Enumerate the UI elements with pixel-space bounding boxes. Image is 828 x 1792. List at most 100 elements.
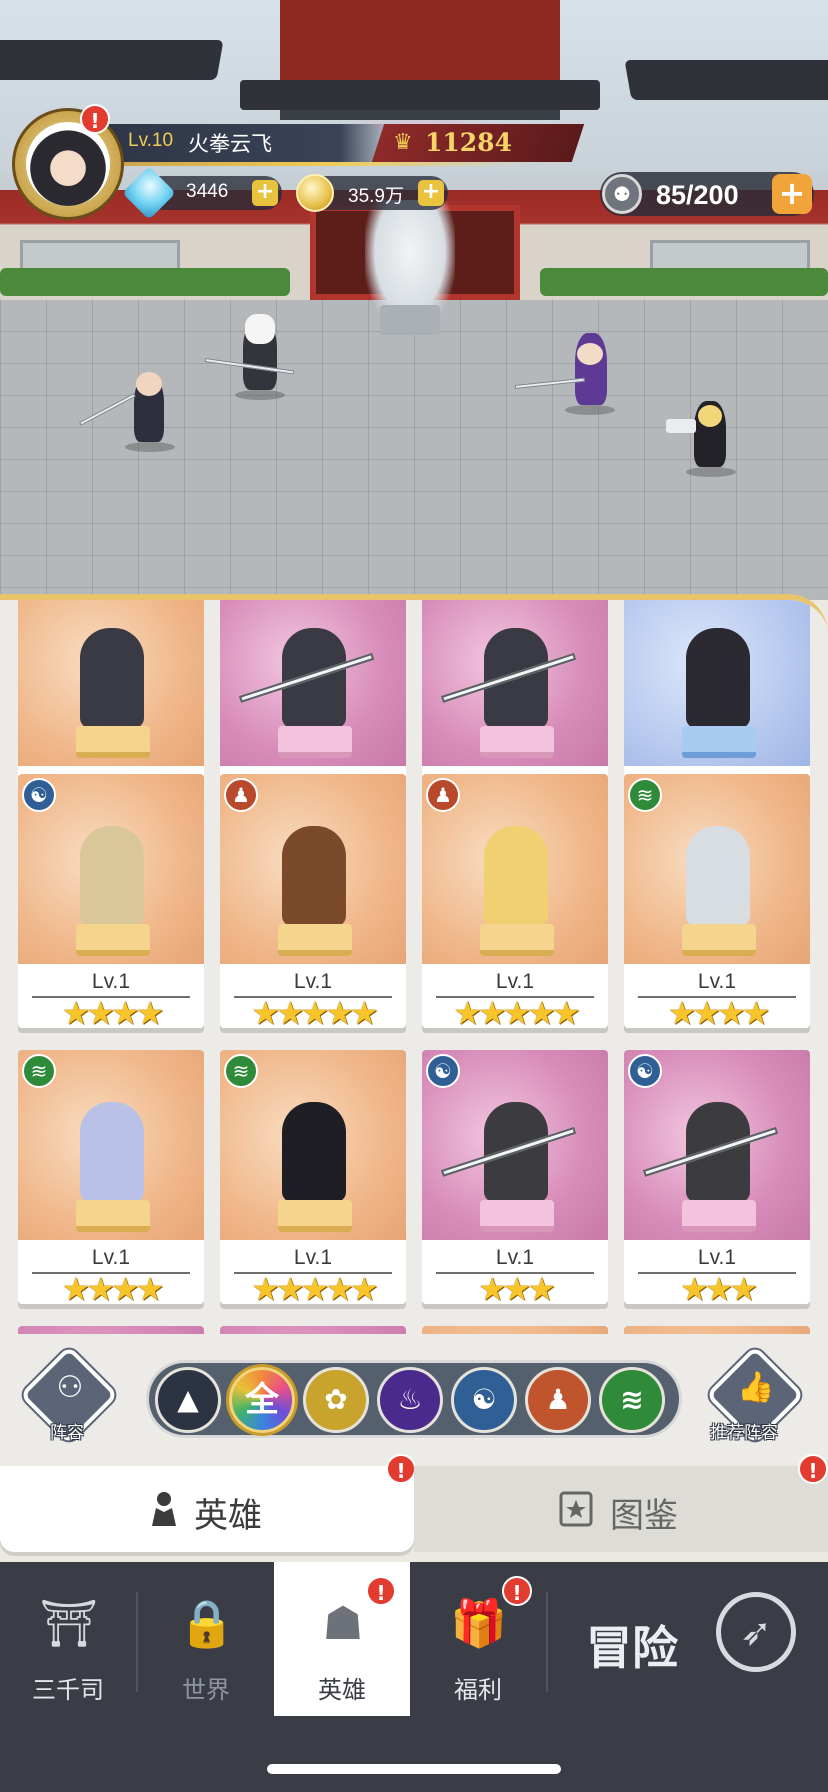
water-element-icon: ☯ <box>426 1054 460 1088</box>
formation-label: 阵容 <box>50 1423 84 1443</box>
hedge-left <box>0 268 290 296</box>
nav-label-welfare: 福利 <box>454 1676 502 1704</box>
water-element-icon: ☯ <box>22 778 56 812</box>
hero-list-panel[interactable]: Lv.16★★★★Lv.11★★★Lv.1★★★Lv.1★★★Lv.1★★★★☯… <box>0 594 828 1334</box>
hero-figure <box>686 628 750 728</box>
nav-label-sanqiansi: 三千司 <box>32 1676 104 1704</box>
water-element-icon: ☯ <box>628 1054 662 1088</box>
hero-pedestal <box>480 924 554 956</box>
hero-level: Lv.1 <box>697 1246 737 1269</box>
player-name: 火拳云飞 <box>188 132 272 156</box>
hero-card[interactable]: Lv.1 ★★★ ☯ <box>422 1050 608 1304</box>
hero-level: Lv.1 <box>91 970 131 993</box>
hero-stars: ★★★★★ <box>251 994 378 1028</box>
tab-codex[interactable]: 图鉴 <box>414 1466 828 1552</box>
hero-sprite-swordsman <box>79 370 180 452</box>
compass-icon: ➶ <box>716 1592 796 1672</box>
hero-card-art <box>18 1326 204 1334</box>
hero-level: Lv.1 <box>293 970 333 993</box>
hero-figure <box>80 826 144 926</box>
thumbs-up-icon: 👍 <box>737 1370 775 1405</box>
hero-stars: ★★★ <box>477 1270 556 1304</box>
filter-water-swirl-icon[interactable]: ☯ <box>451 1367 517 1433</box>
stamina-counter: ⚉ 85/200 + <box>600 172 814 216</box>
hero-figure <box>282 826 346 926</box>
hero-card[interactable]: Lv.1 ★★★★ ≋ <box>18 1050 204 1304</box>
hero-card-art <box>624 1326 810 1334</box>
hero-figure <box>80 628 144 728</box>
add-gold-button[interactable]: + <box>418 180 444 206</box>
stamina-value: 85/200 <box>656 180 739 210</box>
nav-item-sanqiansi[interactable]: ⛩ 三千司 <box>0 1562 136 1722</box>
hero-stars: ★★★★ <box>61 1270 165 1304</box>
filter-dna-icon[interactable]: ≋ <box>599 1367 665 1433</box>
formation-icon: ⚇ <box>56 1370 84 1405</box>
home-indicator <box>267 1764 561 1774</box>
hero-card-partial[interactable] <box>624 1326 810 1334</box>
hero-pedestal <box>278 924 352 956</box>
hero-level: Lv.1 <box>495 1246 535 1269</box>
add-diamond-button[interactable]: + <box>252 180 278 206</box>
filter-row: ⚇ 阵容 ▲ 全 ✿ ♨ ☯ ♟ ≋ 👍 推荐阵容 <box>0 1334 828 1464</box>
combat-power-value: 11284 <box>425 128 512 157</box>
nature-element-icon: ≋ <box>224 1054 258 1088</box>
hero-sprite-masked <box>204 310 295 400</box>
filter-mountain-icon[interactable]: ▲ <box>155 1367 221 1433</box>
filter-meditation-icon[interactable]: ♟ <box>525 1367 591 1433</box>
hero-card[interactable]: Lv.1 ★★★ ☯ <box>624 1050 810 1304</box>
nav-item-world[interactable]: 🔒 世界 <box>138 1562 274 1722</box>
nav-welfare-alert-badge: ! <box>502 1576 532 1606</box>
locked-globe-icon: 🔒 <box>178 1596 236 1650</box>
hero-sprite-nun <box>666 395 740 477</box>
gold-value: 35.9万 <box>348 186 404 207</box>
hero-card[interactable]: Lv.1 ★★★★★ ≋ <box>220 1050 406 1304</box>
fire-element-icon: ♟ <box>426 778 460 812</box>
hero-card-partial[interactable] <box>422 1326 608 1334</box>
add-stamina-button[interactable]: + <box>772 174 812 214</box>
codex-book-icon <box>559 1491 593 1527</box>
filter-lotus-icon[interactable]: ✿ <box>303 1367 369 1433</box>
statue-base <box>380 305 440 335</box>
hero-card[interactable]: Lv.1 ★★★★★ ♟ <box>422 774 608 1028</box>
avatar-alert-badge: ! <box>80 104 110 134</box>
hero-pedestal <box>682 924 756 956</box>
fire-element-icon: ♟ <box>224 778 258 812</box>
combat-power-icon: ♛ <box>393 130 413 155</box>
avatar-portrait <box>26 122 110 206</box>
tab-heroes-alert-badge: ! <box>386 1454 416 1484</box>
filter-all-button[interactable]: 全 <box>229 1367 295 1433</box>
hero-card-partial[interactable] <box>18 1326 204 1334</box>
adventure-button[interactable]: 冒险 ➶ <box>546 1562 828 1722</box>
filter-flame-icon[interactable]: ♨ <box>377 1367 443 1433</box>
element-filter-bar: ▲ 全 ✿ ♨ ☯ ♟ ≋ <box>146 1360 682 1438</box>
bottom-navigation: ⛩ 三千司 🔒 世界 ☗ 英雄 ! 🎁 福利 ! 冒险 ➶ <box>0 1562 828 1792</box>
nav-label-heroes: 英雄 <box>318 1676 366 1704</box>
hero-stars: ★★★★ <box>667 994 771 1028</box>
hero-figure <box>484 826 548 926</box>
hero-card[interactable]: Lv.1 ★★★★ ☯ <box>18 774 204 1028</box>
nature-element-icon: ≋ <box>22 1054 56 1088</box>
hero-card-art <box>422 1326 608 1334</box>
hero-level: Lv.1 <box>293 1246 333 1269</box>
battle-scene <box>0 0 828 600</box>
hedge-right <box>540 268 828 296</box>
hero-pedestal <box>480 1200 554 1232</box>
hero-level: Lv.1 <box>697 970 737 993</box>
adventure-label: 冒险 <box>586 1621 678 1675</box>
nav-label-world: 世界 <box>182 1676 230 1704</box>
hero-stars: ★★★★★ <box>453 994 580 1028</box>
hero-pedestal <box>278 1200 352 1232</box>
hero-card[interactable]: Lv.1 ★★★★★ ♟ <box>220 774 406 1028</box>
tab-heroes[interactable]: 英雄 <box>0 1466 414 1552</box>
hero-card[interactable]: Lv.1 ★★★★ ≋ <box>624 774 810 1028</box>
nature-element-icon: ≋ <box>628 778 662 812</box>
hud-divider <box>120 162 530 166</box>
hero-card-partial[interactable] <box>220 1326 406 1334</box>
nav-heroes-alert-badge: ! <box>366 1576 396 1606</box>
hero-figure <box>282 1102 346 1202</box>
gold-counter: 35.9万 + <box>296 174 448 212</box>
hero-stars: ★★★★★ <box>251 1270 378 1304</box>
player-level-bar[interactable]: Lv.10 火拳云飞 <box>108 124 398 162</box>
temple-roof-right <box>624 60 828 100</box>
diamond-value: 3446 <box>186 181 229 202</box>
